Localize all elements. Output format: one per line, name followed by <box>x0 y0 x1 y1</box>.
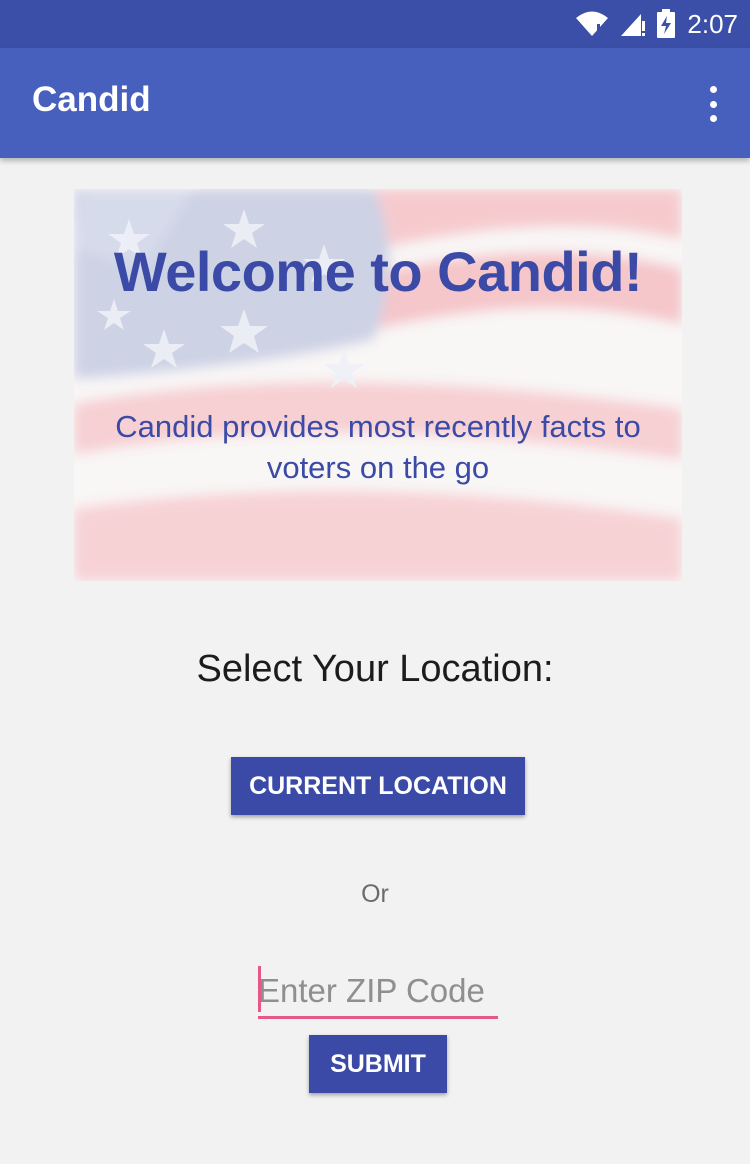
current-location-button[interactable]: CURRENT LOCATION <box>231 757 525 815</box>
signal-icon <box>621 14 646 36</box>
text-cursor <box>258 966 261 1012</box>
or-divider-text: Or <box>361 880 389 908</box>
screen: 2:07 Candid Welcome to Candid! Candid pr… <box>0 0 750 1164</box>
banner-subtitle: Candid provides most recently facts to v… <box>115 409 641 485</box>
status-icons: 2:07 <box>575 0 738 48</box>
app-title: Candid <box>32 80 151 119</box>
banner-title: Welcome to Candid! <box>113 240 643 303</box>
welcome-banner: Welcome to Candid! Candid provides most … <box>74 189 682 581</box>
menu-dot <box>709 100 717 108</box>
menu-dot <box>709 86 717 93</box>
location-heading: Select Your Location: <box>196 648 554 690</box>
battery-charging-icon <box>657 9 676 38</box>
status-time: 2:07 <box>687 8 738 39</box>
submit-button[interactable]: SUBMIT <box>309 1035 447 1093</box>
app-bar: Candid <box>0 48 750 158</box>
status-bar: 2:07 <box>0 0 750 48</box>
menu-dot <box>709 115 717 122</box>
more-vert-icon[interactable] <box>698 86 728 122</box>
zip-code-input[interactable] <box>258 965 498 1019</box>
wifi-icon <box>576 11 609 37</box>
